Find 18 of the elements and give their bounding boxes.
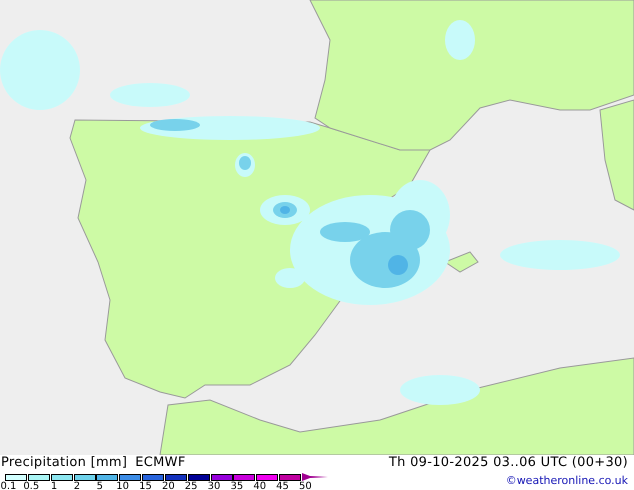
credit-text: ©weatheronline.co.uk (506, 475, 628, 487)
tick-label: 40 (253, 482, 266, 490)
tick-label: 0.5 (23, 482, 40, 490)
model-name: ECMWF (135, 456, 186, 468)
legend-title: Precipitation [mm] (1, 456, 128, 468)
tick-label: 10 (116, 482, 129, 490)
valid-time: Th 09-10-2025 03..06 UTC (00+30) (388, 456, 628, 470)
tick-label: 25 (184, 482, 198, 490)
tick-label: 0.1 (0, 482, 16, 490)
tick-label: 20 (162, 482, 175, 490)
tick-label: 2 (74, 482, 80, 490)
tick-label: 5 (96, 482, 103, 490)
tick-label: 35 (230, 482, 244, 490)
tick-label: 45 (276, 482, 289, 490)
tick-label: 15 (139, 482, 152, 490)
tick-label: 30 (208, 482, 220, 490)
tick-label: 50 (299, 482, 312, 490)
tick-label: 1 (50, 482, 58, 490)
